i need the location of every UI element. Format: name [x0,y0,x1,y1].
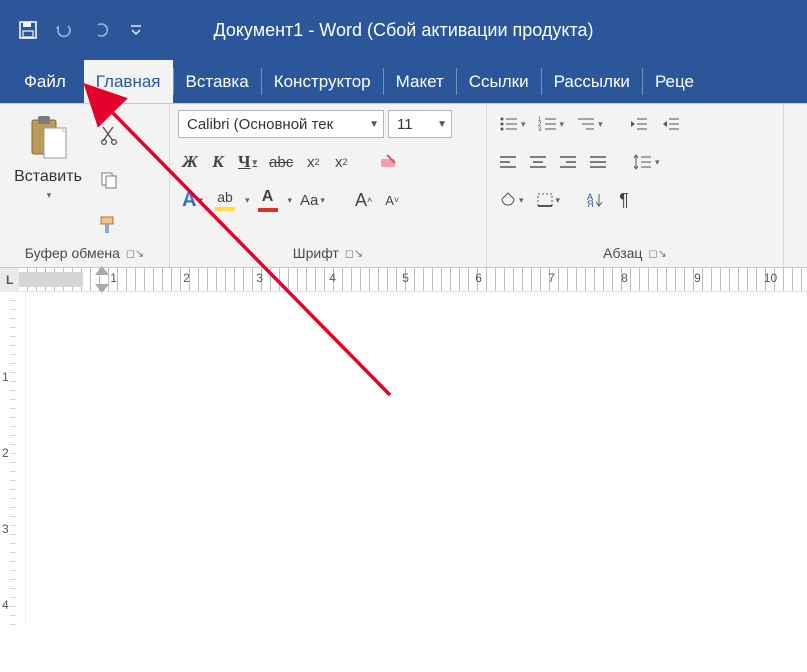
font-group-label: Шрифт [293,245,339,261]
tab-selector[interactable]: L [0,268,19,292]
highlight-button[interactable]: ab [211,186,239,214]
tab-layout[interactable]: Макет [384,60,456,103]
align-right-button[interactable] [555,148,581,176]
save-button[interactable] [16,18,40,42]
document-area: 1 2 3 4 [0,292,807,625]
cut-button[interactable] [98,124,120,146]
bullets-button[interactable]: ▾ [495,110,530,138]
paragraph-launcher-icon[interactable]: ◻↘ [648,247,666,260]
clipboard-launcher-icon[interactable]: ◻↘ [126,247,144,260]
hanging-indent-marker[interactable] [95,284,109,293]
group-paragraph: ▾ 123▾ ▾ ▾ ▾ ▾ [487,104,784,267]
tab-references[interactable]: Ссылки [457,60,541,103]
ribbon-tabbar: Файл Главная Вставка Конструктор Макет С… [0,60,807,104]
italic-button[interactable]: К [206,148,230,176]
vertical-ruler[interactable]: 1 2 3 4 [0,292,26,625]
font-size-dd-icon[interactable]: ▼ [431,119,447,130]
align-left-button[interactable] [495,148,521,176]
sort-button[interactable]: АЯ [582,186,608,214]
paragraph-group-label: Абзац [603,245,642,261]
subscript-button[interactable]: x2 [301,148,325,176]
tab-mailings[interactable]: Рассылки [542,60,642,103]
increase-indent-button[interactable] [657,110,685,138]
paste-dropdown-icon[interactable]: ▾ [47,190,52,201]
decrease-indent-button[interactable] [625,110,653,138]
grow-font-button[interactable]: A˄ [351,186,376,214]
copy-button[interactable] [98,169,120,191]
text-effects-button[interactable]: A▾ [178,186,207,214]
shading-button[interactable]: ▾ [495,186,528,214]
format-painter-button[interactable] [98,214,120,236]
font-name-value: Calibri (Основной тек [187,116,333,133]
show-marks-button[interactable]: ¶ [612,186,636,214]
font-size-combo[interactable]: 11 ▼ [388,110,452,138]
align-center-button[interactable] [525,148,551,176]
document-page[interactable] [26,292,807,625]
numbering-button[interactable]: 123▾ [534,110,569,138]
strike-button[interactable]: abc [265,148,297,176]
clipboard-group-label: Буфер обмена [25,245,120,261]
font-name-dd-icon[interactable]: ▼ [363,119,379,130]
font-name-combo[interactable]: Calibri (Основной тек ▼ [178,110,384,138]
line-spacing-button[interactable]: ▾ [629,148,664,176]
tab-file[interactable]: Файл [6,60,84,103]
underline-button[interactable]: Ч▾ [234,148,261,176]
change-case-button[interactable]: Aa▾ [296,186,329,214]
ribbon: Вставить ▾ Буфер обмена ◻↘ [0,104,807,268]
justify-button[interactable] [585,148,611,176]
tab-review[interactable]: Реце [643,60,706,103]
tab-design[interactable]: Конструктор [262,60,383,103]
tab-home[interactable]: Главная [84,60,173,103]
redo-button[interactable] [88,18,112,42]
font-color-button[interactable]: А [254,186,282,214]
horizontal-ruler[interactable]: L 1 2 3 4 5 6 7 8 9 10 [0,268,807,292]
font-launcher-icon[interactable]: ◻↘ [345,247,363,260]
svg-text:3: 3 [538,127,542,132]
ruler-numbers: 1 2 3 4 5 6 7 8 9 10 [19,271,807,285]
clear-formatting-button[interactable] [375,148,403,176]
qat-customize-button[interactable] [124,18,148,42]
borders-button[interactable]: ▾ [532,186,565,214]
window-title: Документ1 - Word (Сбой активации продукт… [213,20,593,41]
bold-button[interactable]: Ж [178,148,202,176]
paste-button[interactable]: Вставить ▾ [8,110,88,241]
paste-label: Вставить [14,168,82,186]
title-bar: Документ1 - Word (Сбой активации продукт… [0,0,807,60]
group-clipboard: Вставить ▾ Буфер обмена ◻↘ [0,104,170,267]
font-size-value: 11 [397,116,413,133]
tab-insert[interactable]: Вставка [174,60,261,103]
shrink-font-button[interactable]: A˅ [380,186,404,214]
undo-button[interactable] [52,18,76,42]
group-font: Calibri (Основной тек ▼ 11 ▼ Ж К Ч▾ abc [170,104,487,267]
multilevel-button[interactable]: ▾ [572,110,607,138]
quick-access-toolbar [16,18,148,42]
svg-text:Я: Я [587,199,594,208]
superscript-button[interactable]: x2 [329,148,353,176]
